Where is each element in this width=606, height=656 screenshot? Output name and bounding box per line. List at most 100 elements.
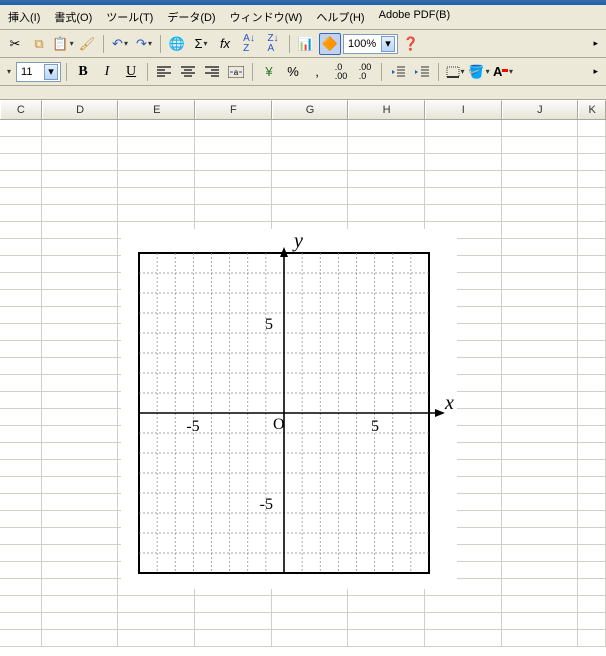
cell[interactable] [42,188,119,205]
cell[interactable] [502,375,579,392]
toolbar-overflow[interactable]: ▸ [589,66,602,77]
cell[interactable] [502,579,579,596]
cell[interactable] [0,120,42,137]
cell[interactable] [502,120,579,137]
cell[interactable] [0,579,42,596]
cell[interactable] [42,205,119,222]
cell[interactable] [502,358,579,375]
cell[interactable] [0,494,42,511]
cell[interactable] [42,630,119,647]
cell[interactable] [0,222,42,239]
cell[interactable] [272,188,349,205]
cell[interactable] [0,341,42,358]
cell[interactable] [118,137,195,154]
cell[interactable] [502,392,579,409]
cell[interactable] [578,171,606,188]
column-header[interactable]: H [348,100,425,119]
cell[interactable] [502,613,579,630]
drawing-button[interactable]: 🔶 [319,33,341,55]
cell[interactable] [578,443,606,460]
cell[interactable] [272,171,349,188]
italic-button[interactable]: I [96,61,118,83]
cell[interactable] [195,188,272,205]
cell[interactable] [42,613,119,630]
toolbar-overflow[interactable]: ▸ [589,38,602,49]
cell[interactable] [502,324,579,341]
cell[interactable] [425,171,502,188]
cell[interactable] [348,613,425,630]
column-header[interactable]: J [502,100,579,119]
menu-insert[interactable]: 挿入(I) [8,9,40,25]
column-header[interactable]: F [195,100,272,119]
cell[interactable] [118,596,195,613]
cell[interactable] [0,426,42,443]
cell[interactable] [42,443,119,460]
cell[interactable] [42,137,119,154]
cell[interactable] [118,171,195,188]
cell[interactable] [502,137,579,154]
cell[interactable] [578,545,606,562]
cell[interactable] [348,188,425,205]
cell[interactable] [0,273,42,290]
cell[interactable] [0,477,42,494]
column-header[interactable]: D [42,100,119,119]
cell[interactable] [502,630,579,647]
cell[interactable] [578,375,606,392]
cell[interactable] [578,630,606,647]
align-right-button[interactable] [201,61,223,83]
cell[interactable] [502,154,579,171]
cell[interactable] [0,392,42,409]
cell[interactable] [578,460,606,477]
cell[interactable] [42,341,119,358]
cell[interactable] [42,154,119,171]
help-button[interactable]: ❓ [400,33,422,55]
cell[interactable] [502,562,579,579]
cell[interactable] [118,154,195,171]
cell[interactable] [502,188,579,205]
cell[interactable] [42,120,119,137]
column-header[interactable]: G [272,100,349,119]
decrease-indent-button[interactable] [387,61,409,83]
bold-button[interactable]: B [72,61,94,83]
cell[interactable] [272,596,349,613]
cell[interactable] [348,137,425,154]
cell[interactable] [0,443,42,460]
cell[interactable] [42,358,119,375]
cut-button[interactable]: ✂ [4,33,26,55]
cell[interactable] [502,545,579,562]
cell[interactable] [578,477,606,494]
cell[interactable] [0,324,42,341]
merge-center-button[interactable]: a [225,61,247,83]
cell[interactable] [348,630,425,647]
font-color-button[interactable]: A▾ [492,61,514,83]
cell[interactable] [578,256,606,273]
cell[interactable] [578,358,606,375]
column-header[interactable]: C [0,100,42,119]
cell[interactable] [0,171,42,188]
cell[interactable] [425,120,502,137]
copy-button[interactable]: ⧉ [28,33,50,55]
cell[interactable] [42,511,119,528]
cell[interactable] [42,324,119,341]
cell[interactable] [0,630,42,647]
cell[interactable] [425,613,502,630]
zoom-combo[interactable]: 100% ▾ [343,34,398,54]
cell[interactable] [0,596,42,613]
cell[interactable] [272,120,349,137]
fontsize-combo[interactable]: 11 ▾ [16,62,61,82]
cell[interactable] [578,239,606,256]
cell[interactable] [348,171,425,188]
cell[interactable] [502,528,579,545]
cell[interactable] [578,579,606,596]
cell[interactable] [118,120,195,137]
cell[interactable] [348,120,425,137]
cell[interactable] [195,137,272,154]
cell[interactable] [502,239,579,256]
cell[interactable] [42,409,119,426]
cell[interactable] [0,460,42,477]
cell[interactable] [42,290,119,307]
hyperlink-button[interactable]: 🌐 [166,33,188,55]
cell[interactable] [578,562,606,579]
column-header[interactable]: E [118,100,195,119]
cell[interactable] [42,528,119,545]
